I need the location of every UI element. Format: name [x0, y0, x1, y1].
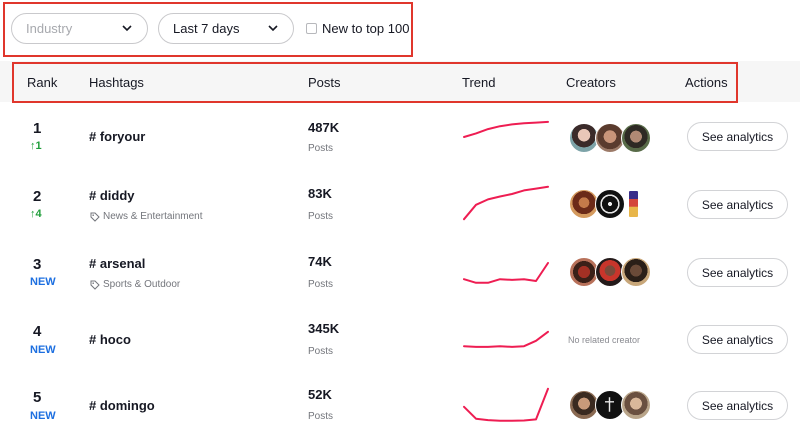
period-select[interactable]: Last 7 days	[158, 13, 294, 44]
posts-label: Posts	[308, 346, 334, 357]
hashtag-name[interactable]: # hoco	[89, 332, 131, 347]
rank-number: 2	[33, 188, 42, 205]
rank-number: 5	[33, 389, 42, 406]
tag-icon	[90, 212, 100, 222]
avatar[interactable]	[628, 190, 639, 218]
rank-change-badge: NEW	[30, 410, 56, 422]
rank-change-badge: NEW	[30, 344, 56, 356]
column-header-hashtags: Hashtags	[89, 75, 144, 90]
trend-line	[463, 120, 549, 138]
posts-label: Posts	[308, 143, 334, 154]
posts-label: Posts	[308, 211, 334, 222]
rank-change-badge: ↑1	[30, 140, 42, 152]
hashtag-name[interactable]: # arsenal	[89, 256, 145, 271]
see-analytics-button[interactable]: See analytics	[687, 325, 788, 354]
no-related-creator: No related creator	[568, 335, 641, 345]
period-select-value: Last 7 days	[173, 21, 240, 36]
see-analytics-button[interactable]: See analytics	[687, 258, 788, 287]
cross-icon	[605, 397, 614, 412]
new-to-top-100-checkbox[interactable]	[306, 22, 317, 34]
table-row[interactable]: 3 NEW # arsenal Sports & Outdoor 74K Pos…	[0, 239, 800, 306]
trend-sparkline	[463, 387, 549, 422]
avatar[interactable]	[621, 123, 651, 153]
new-to-top-100-label: New to top 100	[322, 20, 410, 36]
hashtag-name[interactable]: # diddy	[89, 188, 135, 203]
trend-line	[463, 185, 549, 221]
trend-sparkline	[463, 330, 549, 348]
posts-label: Posts	[308, 411, 334, 422]
rank-number: 1	[33, 120, 42, 137]
see-analytics-button[interactable]: See analytics	[687, 391, 788, 420]
hashtag-name[interactable]: # domingo	[89, 398, 155, 413]
industry-select-placeholder: Industry	[26, 21, 73, 36]
avatar[interactable]	[621, 390, 651, 420]
trend-line	[463, 330, 549, 348]
chevron-down-icon	[268, 25, 278, 32]
chevron-down-icon	[122, 25, 132, 32]
trend-line	[463, 387, 549, 422]
posts-count: 487K	[308, 120, 340, 135]
table-row[interactable]: 2 ↑4 # diddy News & Entertainment 83K Po…	[0, 171, 800, 238]
tag-icon	[90, 280, 100, 290]
posts-count: 345K	[308, 321, 340, 336]
rank-change-badge: ↑4	[30, 208, 42, 220]
trend-sparkline	[463, 185, 549, 221]
column-header-posts: Posts	[308, 75, 341, 90]
column-header-actions: Actions	[685, 75, 728, 90]
industry-select[interactable]: Industry	[11, 13, 148, 44]
avatar[interactable]	[621, 257, 651, 287]
posts-count: 83K	[308, 186, 332, 201]
rank-number: 4	[33, 323, 42, 340]
rank-change-badge: NEW	[30, 276, 56, 288]
column-header-creators: Creators	[566, 75, 616, 90]
hashtag-category: News & Entertainment	[90, 211, 203, 222]
table-row[interactable]: 1 ↑1 # foryour 487K Posts See analytics	[0, 103, 800, 170]
rank-number: 3	[33, 256, 42, 273]
new-to-top-100-toggle[interactable]: New to top 100	[306, 20, 409, 36]
trend-sparkline	[463, 120, 549, 138]
trend-sparkline	[463, 262, 549, 284]
posts-label: Posts	[308, 279, 334, 290]
trend-line	[463, 262, 549, 284]
category-label: Sports & Outdoor	[103, 279, 181, 290]
hashtag-category: Sports & Outdoor	[90, 279, 180, 290]
column-header-rank: Rank	[27, 75, 58, 90]
hashtag-name[interactable]: # foryour	[89, 129, 145, 144]
column-header-trend: Trend	[462, 75, 496, 90]
avatar[interactable]	[595, 189, 625, 219]
table-row[interactable]: 4 NEW # hoco 345K Posts No related creat…	[0, 307, 800, 374]
posts-count: 52K	[308, 387, 332, 402]
table-row[interactable]: 5 NEW # domingo 52K Posts See analytics	[0, 375, 800, 438]
posts-count: 74K	[308, 254, 332, 269]
category-label: News & Entertainment	[103, 211, 203, 222]
see-analytics-button[interactable]: See analytics	[687, 190, 788, 219]
see-analytics-button[interactable]: See analytics	[687, 122, 788, 151]
